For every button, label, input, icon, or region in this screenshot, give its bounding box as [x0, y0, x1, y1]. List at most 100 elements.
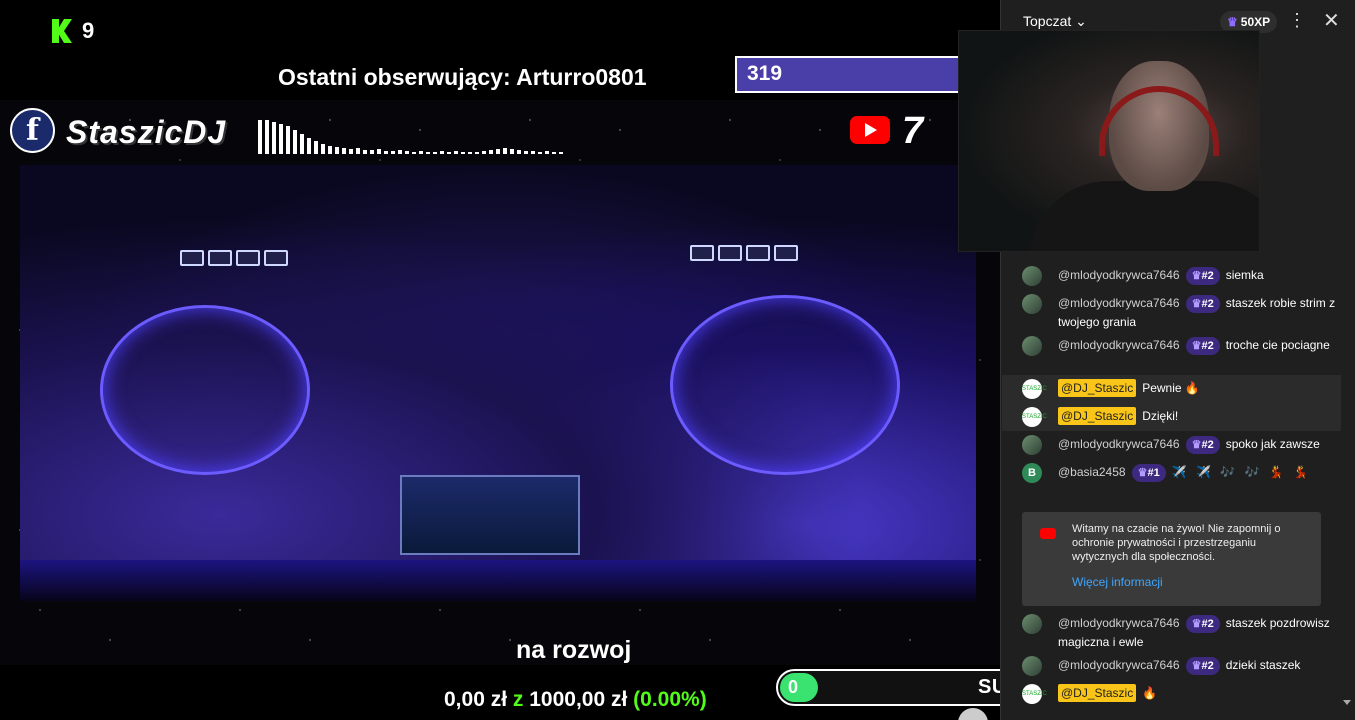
chat-username[interactable]: @mlodyodkrywca7646 [1058, 616, 1180, 630]
avatar[interactable] [1022, 266, 1042, 286]
donation-separator: z [512, 688, 524, 711]
waveform-bar [475, 152, 479, 154]
waveform-bar [363, 150, 367, 154]
chat-text: spoko jak zawsze [1225, 437, 1320, 451]
avatar[interactable] [1022, 294, 1042, 314]
chat-welcome-notice: Witamy na czacie na żywo! Nie zapomnij o… [1022, 512, 1321, 606]
waveform-bar [370, 150, 374, 154]
rank-badge-label: #1 [1147, 467, 1160, 479]
avatar[interactable] [1022, 336, 1042, 356]
avatar[interactable]: STASZIC [1022, 684, 1047, 704]
waveform-bar [349, 149, 353, 154]
subscribers-progress-fill [780, 673, 818, 702]
rank-badge: ♛#2 [1185, 657, 1220, 675]
rank-badge: ♛#1 [1131, 464, 1166, 482]
controller-pad [180, 250, 204, 266]
waveform-bar [328, 146, 332, 154]
chat-username[interactable]: @basia2458 [1058, 465, 1126, 479]
rank-badge-label: #2 [1201, 340, 1214, 352]
notice-text: Witamy na czacie na żywo! Nie zapomnij o… [1072, 523, 1281, 563]
subscribers-label: SUBSCRIBERS [978, 676, 1000, 698]
controller-screen [400, 475, 580, 555]
waveform-bar [377, 149, 381, 154]
left-jog-wheel [100, 305, 310, 475]
waveform-bar [524, 151, 528, 154]
youtube-icon [850, 116, 890, 144]
subscribers-progress: 0 SUBSCRIBERS 6 [776, 669, 1000, 706]
crown-icon: ♛ [1191, 270, 1202, 282]
webcam-person-body [1029, 181, 1259, 251]
waveform-bar [293, 130, 297, 154]
waveform-bar [538, 152, 542, 154]
chat-username[interactable]: @mlodyodkrywca7646 [1058, 437, 1180, 451]
crown-icon: ♛ [1191, 439, 1202, 451]
waveform-bar [496, 149, 500, 154]
avatar[interactable]: STASZIC [1022, 407, 1047, 427]
waveform-bar [356, 148, 360, 154]
waveform-bar [440, 151, 444, 154]
close-icon[interactable]: ✕ [1323, 8, 1340, 33]
crown-icon: ♛ [1191, 660, 1202, 672]
controller-pad [746, 245, 770, 261]
waveform-bar [482, 151, 486, 154]
chat-username-moderator[interactable]: @DJ_Staszic [1058, 407, 1137, 425]
waveform-bar [265, 120, 269, 154]
rank-badge-label: #2 [1201, 270, 1214, 282]
controller-base [20, 560, 976, 601]
waveform-bar [552, 152, 556, 154]
avatar[interactable] [1022, 435, 1042, 455]
avatar[interactable]: B [1022, 463, 1042, 483]
kick-logo-icon [52, 19, 72, 43]
more-options-icon[interactable]: ⋮ [1288, 10, 1306, 31]
brand-name: StaszicDJ [66, 114, 227, 150]
controller-pad [236, 250, 260, 266]
chat-text: siemka [1225, 268, 1264, 282]
controller-pad [208, 250, 232, 266]
chat-message-moderator[interactable]: STASZIC @DJ_Staszic Pewnie 🔥 [1002, 375, 1341, 403]
waveform-bar [391, 151, 395, 154]
avatar[interactable]: STASZIC [1022, 379, 1047, 399]
waveform-bar [286, 126, 290, 154]
donation-percent: (0.00%) [633, 688, 707, 711]
chat-username[interactable]: @mlodyodkrywca7646 [1058, 338, 1180, 352]
fire-emoji: 🔥 [1142, 686, 1158, 700]
kick-viewers: 9 [52, 18, 94, 44]
waveform-bar [489, 150, 493, 154]
controller-pad [690, 245, 714, 261]
chat-username-moderator[interactable]: @DJ_Staszic [1058, 684, 1137, 702]
waveform-bar [279, 124, 283, 154]
chat-username-moderator[interactable]: @DJ_Staszic [1058, 379, 1137, 397]
waveform-bar [314, 141, 318, 154]
waveform-bar [384, 151, 388, 154]
waveform-bar [517, 150, 521, 154]
waveform-bar [307, 138, 311, 154]
stream-overlay: 9 Ostatni obserwujący: Arturro0801 319 f… [0, 0, 1000, 720]
chat-text: troche cie pociagne [1225, 338, 1330, 352]
donation-target: 1000,00 zł [529, 688, 628, 711]
chat-message-moderator[interactable]: STASZIC @DJ_Staszic Dzięki! [1002, 403, 1341, 431]
rank-badge: ♛#2 [1185, 267, 1220, 285]
waveform-bar [342, 148, 346, 154]
rank-badge: ♛#2 [1185, 615, 1220, 633]
chat-username[interactable]: @mlodyodkrywca7646 [1058, 268, 1180, 282]
goal-counter: 319 [735, 56, 965, 93]
chat-mode-label: Topczat [1023, 13, 1072, 29]
chat-emojis: ✈️ ✈️ 🎶 🎶 💃 💃 [1171, 465, 1312, 479]
more-info-link[interactable]: Więcej informacji [1072, 575, 1163, 589]
chevron-down-icon: ⌄ [1075, 13, 1087, 29]
chat-mode-dropdown[interactable]: Topczat ⌄ [1023, 13, 1087, 30]
chat-username[interactable]: @mlodyodkrywca7646 [1058, 296, 1180, 310]
xp-value: 50XP [1240, 15, 1271, 29]
caption-text: na rozwoj [516, 636, 632, 664]
avatar[interactable] [1022, 656, 1042, 676]
subscribers-current: 0 [788, 677, 799, 697]
avatar[interactable] [1022, 614, 1042, 634]
crown-icon: ♛ [1191, 340, 1202, 352]
chat-username[interactable]: @mlodyodkrywca7646 [1058, 658, 1180, 672]
dj-camera-feed [20, 165, 976, 601]
scroll-down-icon[interactable] [1343, 700, 1351, 705]
crown-icon: ♛ [1191, 298, 1202, 310]
waveform-bar [272, 122, 276, 154]
crown-icon: ♛ [1227, 15, 1238, 29]
waveform-bar [419, 151, 423, 154]
